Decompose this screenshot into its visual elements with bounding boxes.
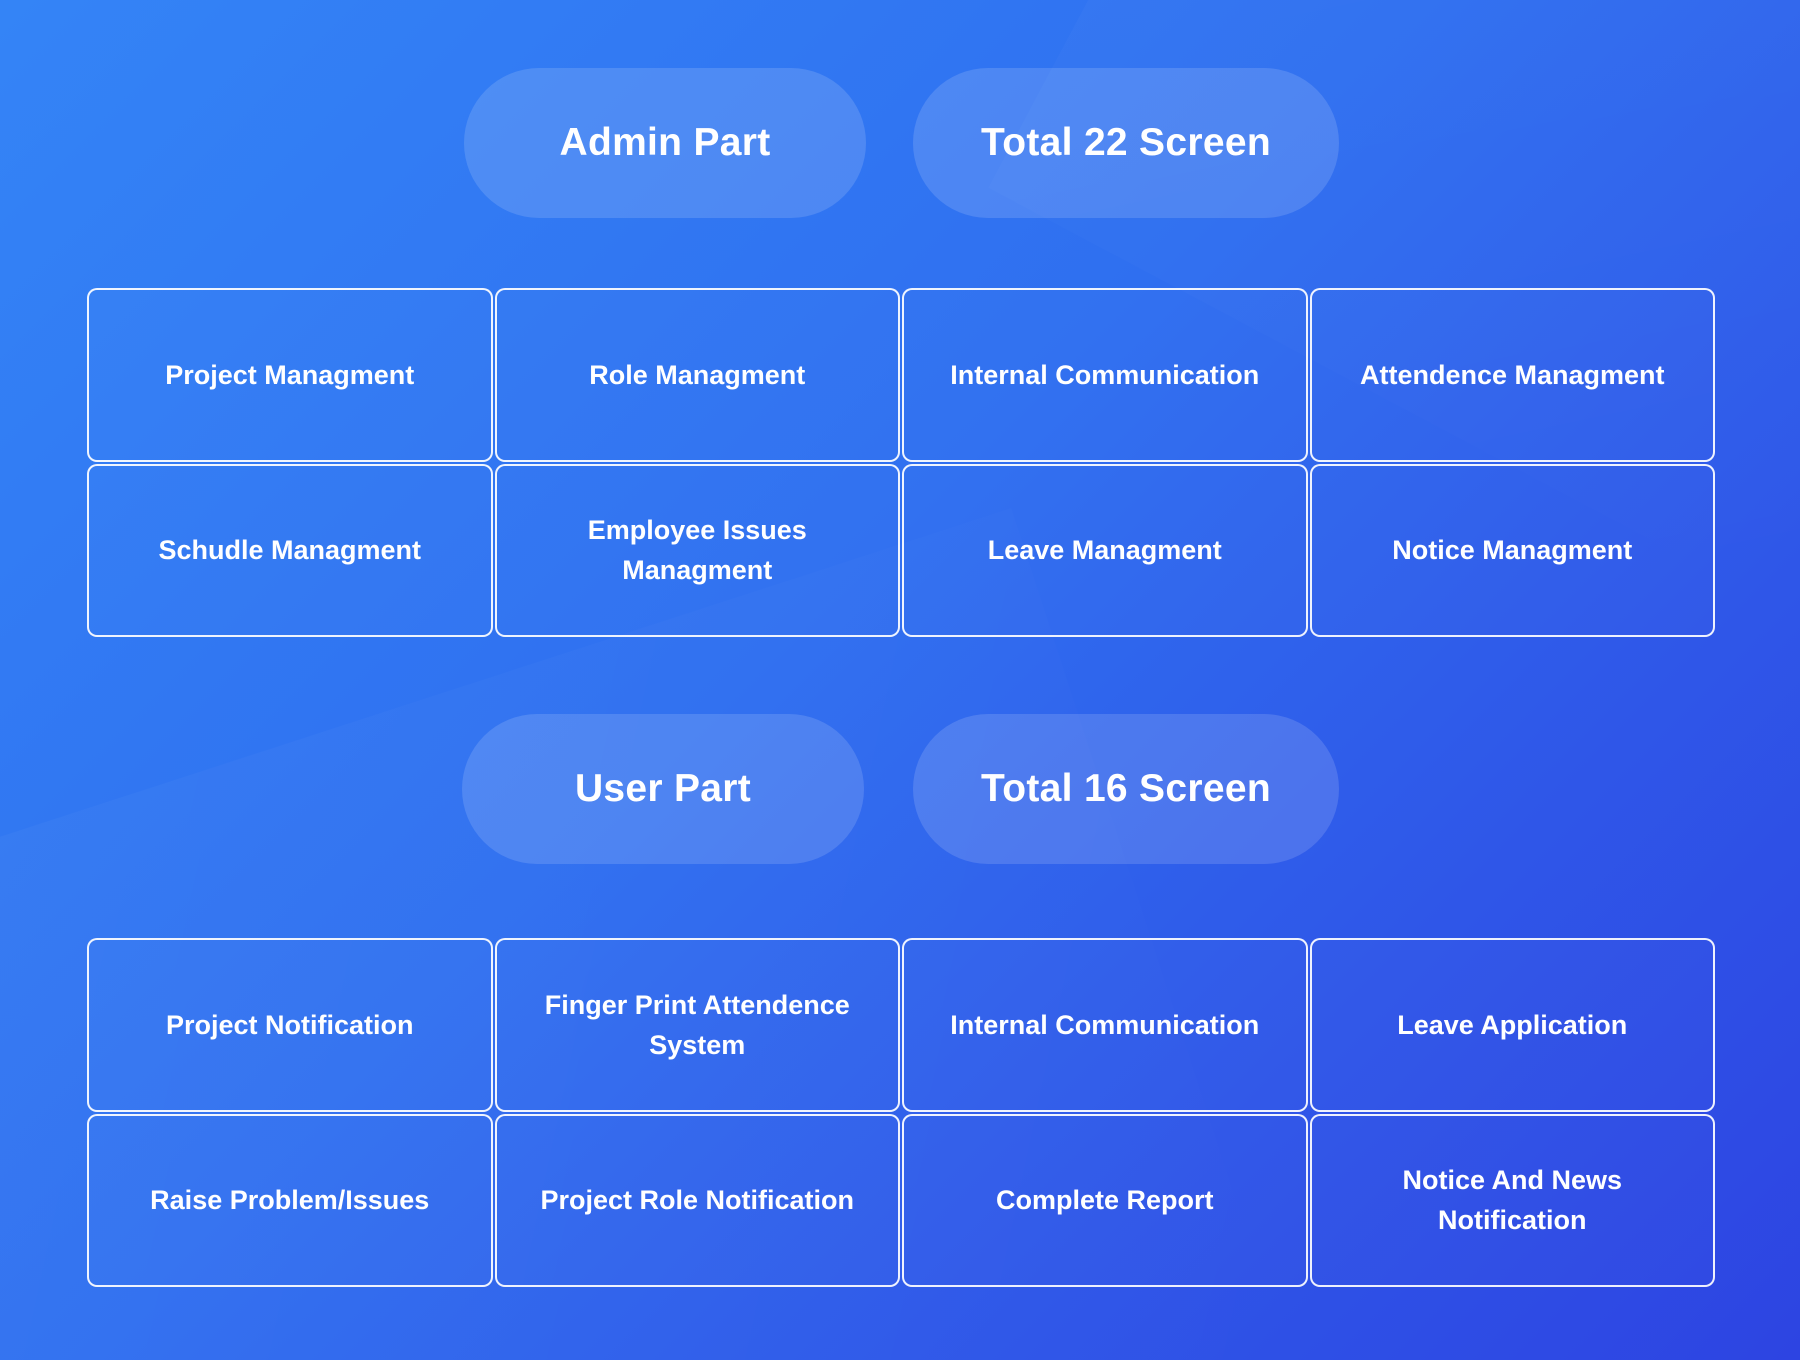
user-screen-cell: Notice And News Notification [1309, 1113, 1715, 1287]
user-screen-label: Internal Communication [950, 1009, 1260, 1040]
admin-screen-cell: Role Managment [494, 288, 900, 462]
admin-screen-label: Role Managment [589, 359, 806, 390]
admin-screen-cell: Project Managment [87, 288, 493, 462]
user-screen-label: Raise Problem/Issues [150, 1185, 430, 1216]
admin-screen-label: Employee Issues Managment [587, 515, 807, 586]
user-screen-cell: Internal Communication [902, 938, 1308, 1112]
admin-screen-cell: Internal Communication [902, 288, 1308, 462]
admin-screen-label: Project Managment [165, 359, 415, 390]
user-screen-label: Project Notification [165, 1009, 414, 1040]
admin-part-label: Admin Part [559, 121, 771, 164]
user-part-pill: User Part [462, 714, 864, 864]
user-total-label: Total 16 Screen [981, 767, 1271, 810]
admin-screen-label: Schudle Managment [158, 535, 422, 566]
admin-screen-label: Notice Managment [1392, 535, 1633, 566]
admin-total-label: Total 22 Screen [981, 121, 1271, 164]
user-screen-label: Project Role Notification [540, 1185, 855, 1216]
user-screen-label: Leave Application [1397, 1009, 1628, 1040]
user-screen-cell: Finger Print Attendence System [494, 938, 900, 1112]
admin-screen-cell: Schudle Managment [87, 463, 493, 637]
user-screen-label: Complete Report [995, 1185, 1214, 1216]
admin-screen-cell: Notice Managment [1309, 463, 1715, 637]
user-screen-cell: Project Notification [87, 938, 493, 1112]
user-screen-cell: Complete Report [902, 1113, 1308, 1287]
user-screen-cell: Leave Application [1309, 938, 1715, 1112]
admin-screen-label: Leave Managment [987, 535, 1222, 566]
user-screen-label: Notice And News Notification [1402, 1165, 1623, 1236]
admin-part-pill: Admin Part [464, 68, 866, 218]
admin-screen-label: Internal Communication [950, 359, 1260, 390]
admin-screen-cell: Attendence Managment [1309, 288, 1715, 462]
user-screen-label: Finger Print Attendence System [544, 989, 850, 1060]
user-screen-cell: Project Role Notification [494, 1113, 900, 1287]
canvas: Admin Part Total 22 Screen Project Manag… [0, 0, 1800, 1360]
user-total-pill: Total 16 Screen [913, 714, 1339, 864]
user-screen-cell: Raise Problem/Issues [87, 1113, 493, 1287]
admin-screen-grid: Project Managment Role Managment Interna… [86, 287, 1716, 638]
user-screen-grid: Project Notification Finger Print Attend… [86, 937, 1716, 1288]
admin-screen-cell: Employee Issues Managment [494, 463, 900, 637]
admin-total-pill: Total 22 Screen [913, 68, 1339, 218]
user-part-label: User Part [574, 767, 752, 810]
admin-screen-label: Attendence Managment [1359, 359, 1665, 390]
admin-screen-cell: Leave Managment [902, 463, 1308, 637]
